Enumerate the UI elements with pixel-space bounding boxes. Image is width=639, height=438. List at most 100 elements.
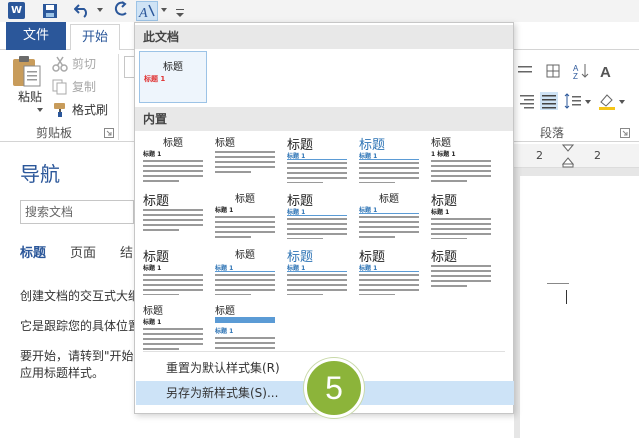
thumb-rule: [359, 213, 419, 214]
shading-dropdown-icon[interactable]: [618, 98, 626, 106]
style-thumb[interactable]: 标题 标题 1: [283, 187, 351, 239]
thumb-title: 标题: [143, 306, 163, 317]
thumb-rule: [287, 159, 347, 160]
tab-home[interactable]: 开始: [70, 24, 120, 51]
menu-separator: [143, 351, 505, 352]
style-thumb[interactable]: 标题 标题 1: [355, 243, 423, 295]
thumb-title: 标题: [235, 250, 255, 261]
clipboard-group-label: 剪贴板: [36, 126, 73, 140]
style-thumb[interactable]: 标题 标题 1: [283, 243, 351, 295]
paragraph-group-label: 段落: [540, 126, 565, 140]
thumb-title: 标题: [431, 250, 458, 265]
style-thumb[interactable]: 标题标题 1: [211, 299, 279, 351]
step-number-badge: 5: [304, 358, 364, 418]
thumb-heading: 标题 1: [143, 265, 162, 272]
thumb-body-text: [359, 216, 419, 239]
section-builtin: 内置: [135, 107, 513, 131]
thumb-heading: 标题 1: [144, 75, 166, 83]
style-set-icon: A: [138, 4, 155, 21]
paste-label[interactable]: 粘贴: [18, 88, 42, 105]
ruler[interactable]: 2 2: [514, 144, 639, 168]
style-thumb[interactable]: 标题: [211, 131, 279, 183]
undo-icon[interactable]: [74, 1, 90, 19]
thumb-body-text: [359, 162, 419, 183]
indent-marker-icon[interactable]: [562, 144, 574, 168]
thumb-band: [215, 317, 275, 323]
paragraph-launcher-icon[interactable]: [620, 128, 630, 138]
nav-tab-headings[interactable]: 标题: [20, 242, 46, 261]
style-set-dropdown-icon[interactable]: [160, 6, 168, 14]
style-thumb[interactable]: 标题 标题 1: [283, 131, 351, 183]
thumb-body-text: [215, 274, 275, 295]
copy-button[interactable]: 复制: [52, 77, 96, 97]
thumb-body-text: [215, 151, 275, 176]
line-spacing-icon[interactable]: [564, 92, 582, 110]
style-thumb[interactable]: 标题 标题 1: [211, 243, 279, 295]
chinese-layout-icon[interactable]: [544, 62, 562, 80]
copy-label: 复制: [72, 80, 97, 94]
style-thumb[interactable]: 标题 标题 1: [355, 187, 423, 239]
nav-help-text: 创建文档的交互式大纲: [20, 289, 141, 303]
clipboard-launcher-icon[interactable]: [104, 128, 114, 138]
nav-search-input[interactable]: 搜索文档: [20, 200, 134, 224]
format-painter-button[interactable]: 格式刷: [52, 100, 108, 120]
thumb-body-text: [143, 274, 203, 295]
align-right-icon[interactable]: [518, 92, 536, 110]
svg-text:Z: Z: [573, 72, 578, 80]
style-thumb[interactable]: 标题 标题 1: [211, 187, 279, 239]
style-thumb[interactable]: 标题标题 1: [139, 299, 207, 351]
quick-access-toolbar: W A: [0, 0, 639, 22]
ribbon-group-separator: [118, 54, 119, 140]
style-set-button[interactable]: A: [136, 1, 158, 21]
scissors-icon: [52, 56, 68, 72]
thumb-title: 标题: [163, 138, 183, 149]
save-icon[interactable]: [42, 3, 58, 19]
shading-icon[interactable]: [598, 92, 616, 110]
thumb-heading: 标题 1: [215, 328, 234, 335]
font-name-box[interactable]: [124, 56, 134, 78]
style-thumb[interactable]: 标题 标题 1: [139, 243, 207, 295]
style-thumb[interactable]: 标题 标题 1: [355, 131, 423, 183]
redo-icon[interactable]: [114, 1, 128, 19]
style-thumb[interactable]: 标题: [139, 187, 207, 239]
line-spacing-dropdown-icon[interactable]: [584, 98, 592, 106]
style-thumb[interactable]: 标题: [427, 243, 495, 295]
paste-dropdown-icon[interactable]: [36, 106, 44, 114]
thumb-body-text: [287, 274, 347, 295]
document-page[interactable]: [520, 176, 639, 438]
list-icon[interactable]: [516, 62, 534, 80]
thumb-body-text: [359, 274, 419, 295]
style-set-gallery: 此文档 标题 标题 1 内置 标题 标题 1 标题 标题 标题 1 标题 标题 1 标题 1 标…: [134, 22, 514, 414]
word-logo-icon: W: [8, 2, 25, 19]
justify-icon[interactable]: [540, 92, 558, 110]
ruler-mark: 2: [594, 149, 601, 162]
thumb-rule: [359, 159, 419, 160]
style-thumb[interactable]: 标题 标题 1: [139, 131, 207, 183]
thumb-title: 标题: [379, 194, 399, 205]
tab-file[interactable]: 文件: [6, 22, 66, 50]
style-thumb[interactable]: 标题 1 标题 1: [427, 131, 495, 183]
undo-dropdown-icon[interactable]: [96, 6, 104, 14]
nav-help-text: 它是跟踪您的具体位置: [20, 319, 141, 333]
thumb-rule: [359, 271, 419, 272]
nav-tab-results[interactable]: 结: [120, 242, 133, 261]
cut-button[interactable]: 剪切: [52, 54, 96, 74]
style-thumb-current[interactable]: 标题 标题 1: [139, 51, 207, 103]
thumb-rule: [287, 215, 347, 216]
customize-toolbar-icon[interactable]: [175, 4, 185, 22]
thumb-heading: 标题 1: [215, 207, 234, 214]
navigation-pane: 导航 搜索文档 标题 页面 结 创建文档的交互式大纲 它是跟踪您的具体位置 要开…: [0, 142, 140, 438]
thumb-body-text: [431, 160, 491, 183]
nav-tab-pages[interactable]: 页面: [70, 242, 96, 261]
thumb-title: 标题: [143, 194, 170, 209]
thumb-body-text: [287, 218, 347, 239]
sort-icon[interactable]: A Z: [572, 62, 590, 80]
thumb-heading: 1 标题 1: [431, 151, 456, 158]
thumb-title: 标题: [215, 306, 235, 317]
thumb-body-text: [431, 218, 491, 239]
thumb-heading: 标题 1: [143, 151, 162, 158]
style-thumb[interactable]: 标题 标题 1: [427, 187, 495, 239]
thumb-body-text: [287, 162, 347, 183]
thumb-heading: 标题 1: [143, 319, 162, 326]
show-marks-icon[interactable]: A: [598, 62, 616, 80]
